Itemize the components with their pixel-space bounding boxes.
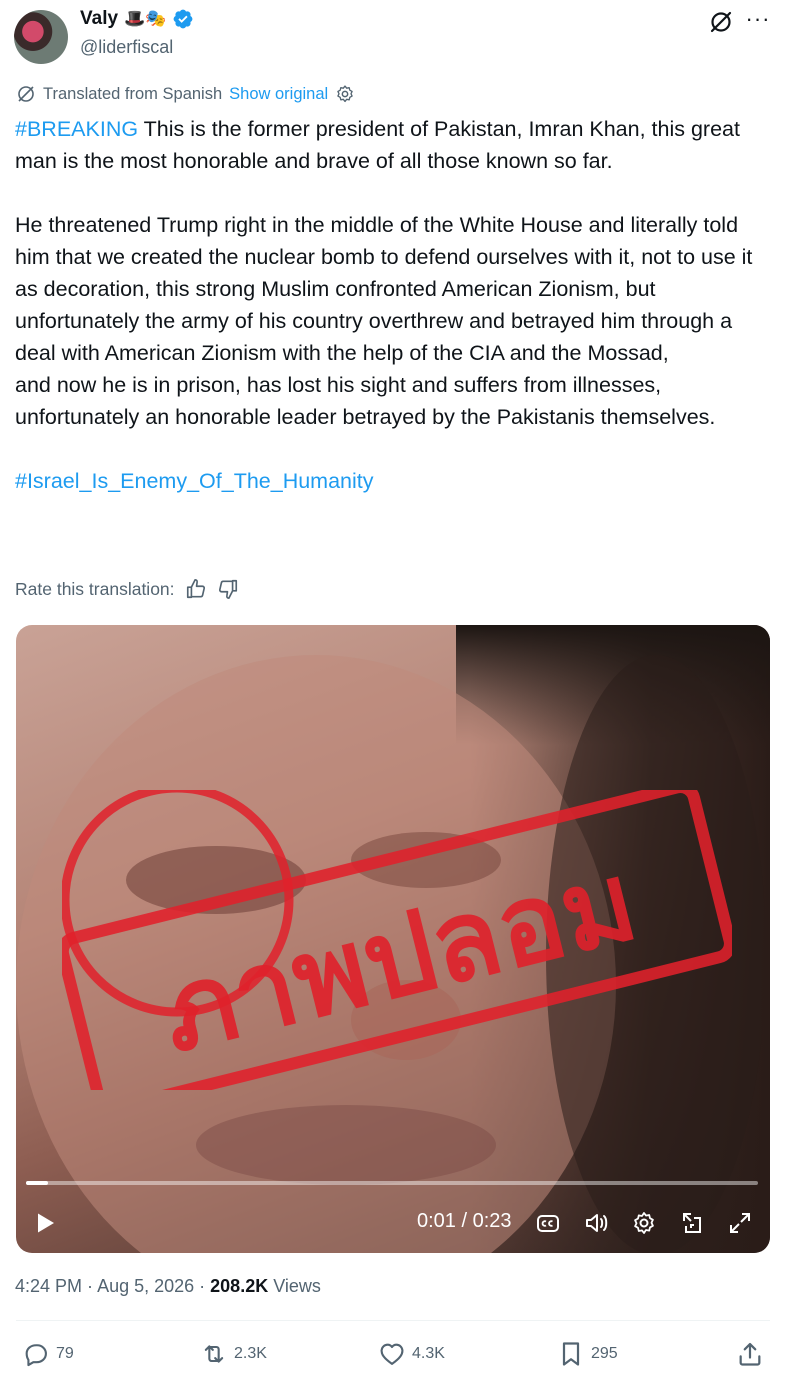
views-label: Views (273, 1276, 321, 1296)
tweet-date[interactable]: Aug 5, 2026 (97, 1276, 194, 1296)
divider (16, 1320, 770, 1321)
views-count: 208.2K (210, 1276, 269, 1296)
verified-badge-icon (173, 9, 193, 29)
repost-button[interactable]: 2.3K (200, 1340, 267, 1368)
tweet-text: #BREAKING This is the former president o… (15, 113, 775, 497)
bookmark-count: 295 (591, 1345, 618, 1362)
reply-button[interactable]: 79 (22, 1340, 74, 1368)
hashtag-breaking[interactable]: #BREAKING (15, 117, 138, 141)
rate-label: Rate this translation: (15, 578, 175, 599)
avatar[interactable] (14, 10, 68, 64)
like-count: 4.3K (412, 1345, 445, 1362)
reply-count: 79 (56, 1345, 74, 1362)
thumbs-up-icon[interactable] (185, 578, 207, 600)
hashtag-israel[interactable]: #Israel_Is_Enemy_Of_The_Humanity (15, 469, 374, 493)
video-progress-track[interactable] (26, 1181, 758, 1185)
tweet-time[interactable]: 4:24 PM (15, 1276, 82, 1296)
translate-icon (18, 86, 34, 102)
tweet-meta: 4:24 PM · Aug 5, 2026 · 208.2K Views (15, 1276, 321, 1296)
video-time: 0:01 / 0:23 (417, 1210, 512, 1232)
repost-icon (204, 1345, 224, 1363)
translation-notice: Translated from Spanish Show original (16, 84, 355, 104)
picture-in-picture-icon[interactable] (679, 1210, 705, 1236)
reply-icon (25, 1344, 47, 1367)
show-original-link[interactable]: Show original (229, 85, 328, 104)
settings-gear-icon[interactable] (631, 1210, 657, 1236)
bookmark-button[interactable]: 295 (557, 1340, 618, 1368)
share-icon (739, 1342, 761, 1366)
fake-image-stamp: ภาพปลอม (62, 790, 732, 1090)
tweet-paragraph-3: and now he is in prison, has lost his si… (15, 373, 716, 429)
thumbs-down-icon[interactable] (217, 578, 239, 600)
author-handle[interactable]: @liderfiscal (80, 37, 173, 58)
volume-icon[interactable] (583, 1210, 609, 1236)
more-options-icon[interactable]: ··· (744, 8, 772, 34)
heart-icon (380, 1343, 404, 1365)
rate-translation: Rate this translation: (15, 578, 239, 600)
translated-from-label: Translated from Spanish (43, 84, 223, 103)
play-icon[interactable] (36, 1212, 56, 1234)
video-progress-fill (26, 1181, 48, 1185)
captions-icon[interactable] (535, 1210, 561, 1236)
settings-gear-icon[interactable] (335, 84, 355, 104)
grok-icon[interactable] (708, 9, 734, 35)
bookmark-icon (562, 1342, 580, 1366)
share-button[interactable] (736, 1340, 764, 1368)
author-name[interactable]: Valy (80, 8, 118, 30)
like-button[interactable]: 4.3K (378, 1340, 445, 1368)
fullscreen-icon[interactable] (727, 1210, 753, 1236)
author-emojis: 🎩🎭 (124, 8, 167, 29)
author-name-row: Valy 🎩🎭 (80, 8, 194, 30)
tweet-paragraph-2: He threatened Trump right in the middle … (15, 213, 753, 365)
repost-count: 2.3K (234, 1345, 267, 1362)
